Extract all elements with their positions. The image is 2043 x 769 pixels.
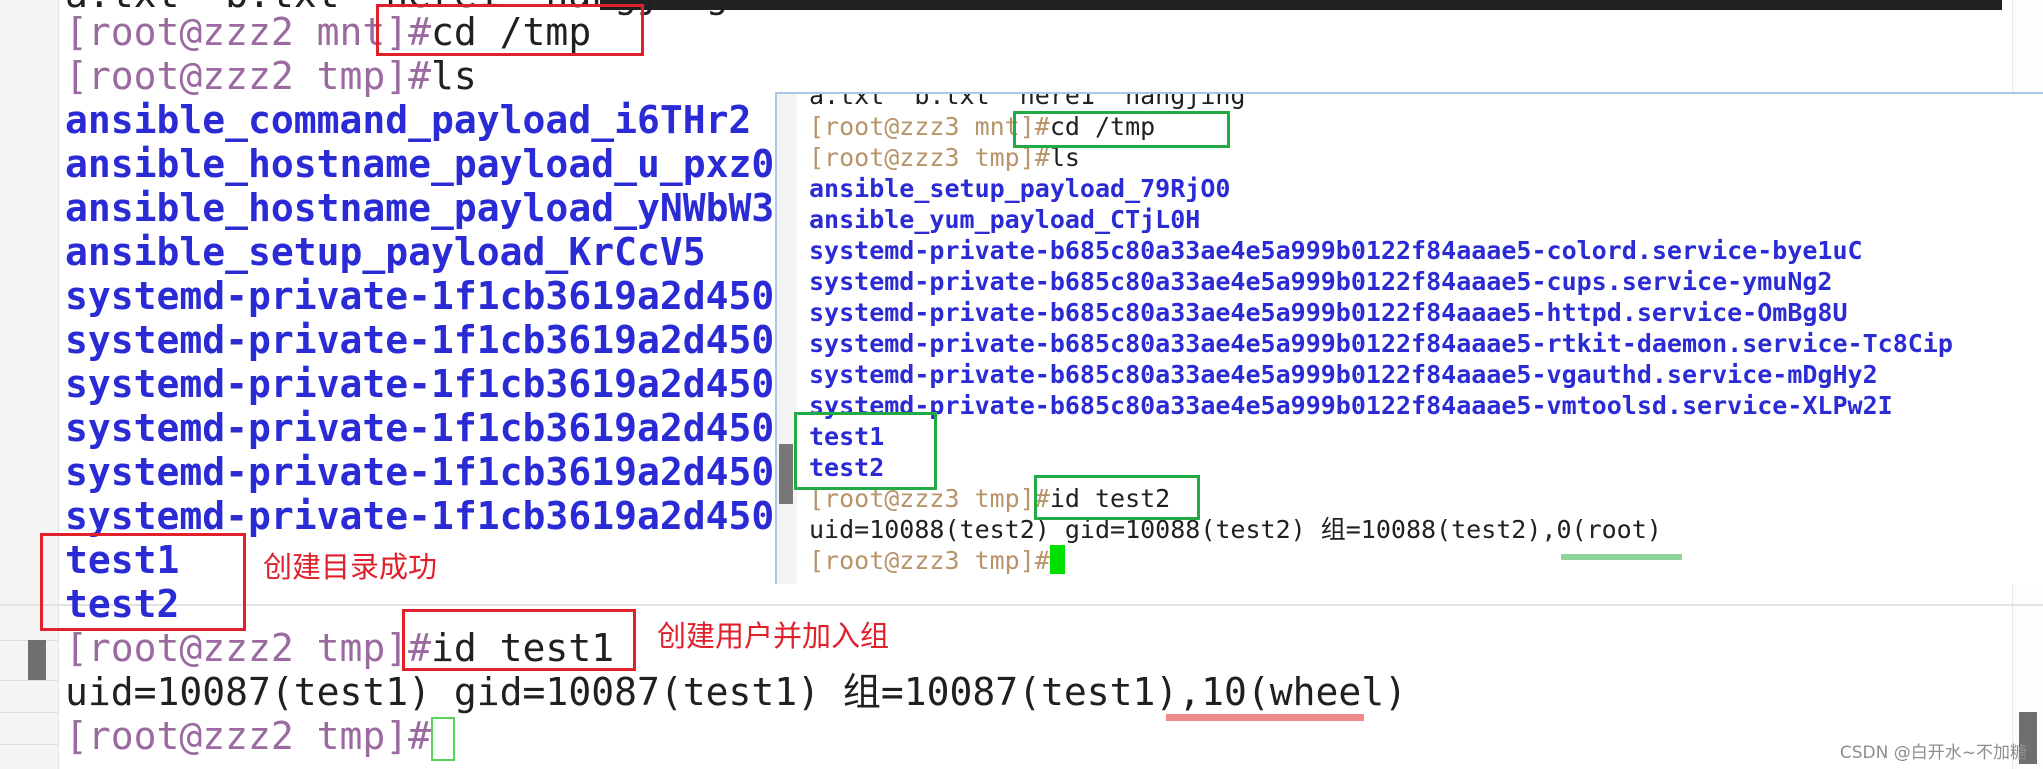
ls-entry: systemd-private-b685c80a33ae4e5a999b0122… [809, 298, 1848, 327]
overlay-gutter [777, 94, 797, 584]
prompt: [root@zzz2 tmp]# [65, 54, 432, 98]
ls-entry: systemd-private-1f1cb3619a2d45038 [65, 494, 820, 538]
overlay-id-output: uid=10088(test2) gid=10088(test2) 组=1008… [809, 515, 1662, 544]
command-text: ls [431, 54, 477, 98]
ls-entry: ansible_setup_payload_KrCcV5 [65, 230, 706, 274]
highlight-box-overlay-test-dirs [794, 412, 937, 490]
main-cmd-line-ls: [root@zzz2 tmp]#ls [65, 54, 477, 98]
overlay-scroll-thumb[interactable] [779, 444, 793, 504]
ls-entry: systemd-private-1f1cb3619a2d45038 [65, 450, 820, 494]
id-output-line: uid=10087(test1) gid=10087(test1) 组=1008… [65, 670, 1407, 714]
cursor [1049, 545, 1065, 574]
annotation-user-created: 创建用户并加入组 [657, 619, 890, 653]
id-output-group: 10(wheel) [1201, 670, 1408, 714]
ls-entry: systemd-private-1f1cb3619a2d45038 [65, 406, 820, 450]
ls-entry: ansible_hostname_payload_u_pxz0 [65, 142, 775, 186]
ls-entry: systemd-private-b685c80a33ae4e5a999b0122… [809, 267, 1833, 296]
highlight-box-overlay-id-cmd [1034, 475, 1200, 520]
underline-wheel [1166, 714, 1364, 721]
ls-entry: systemd-private-b685c80a33ae4e5a999b0122… [809, 391, 1893, 420]
ls-entry: ansible_yum_payload_CTjL0H [809, 205, 1201, 234]
ls-entry: ansible_command_payload_i6THr2 [65, 98, 752, 142]
overlay-top-partial-line: a.txt b.txt here1 nangjing [809, 92, 1246, 110]
divider [0, 604, 2043, 606]
ls-entry: systemd-private-1f1cb3619a2d45038 [65, 274, 820, 318]
left-scroll-thumb[interactable] [28, 640, 46, 680]
ls-entry: systemd-private-1f1cb3619a2d45038 [65, 362, 820, 406]
ls-entry: systemd-private-b685c80a33ae4e5a999b0122… [809, 236, 1863, 265]
underline-root [1561, 554, 1682, 560]
watermark: CSDN @白开水~不加糖 [1839, 743, 2027, 763]
main-final-prompt-line[interactable]: [root@zzz2 tmp]# [65, 714, 456, 761]
left-gutter [0, 0, 59, 769]
prompt: [root@zzz2 tmp]# [65, 626, 432, 670]
overlay-terminal-window[interactable]: a.txt b.txt here1 nangjing [root@zzz3 mn… [775, 92, 2043, 584]
highlight-box-test-dirs [40, 533, 246, 631]
annotation-dir-created: 创建目录成功 [263, 550, 438, 584]
prompt: [root@zzz2 tmp]# [65, 714, 432, 758]
ls-entry: systemd-private-b685c80a33ae4e5a999b0122… [809, 329, 1953, 358]
prompt: [root@zzz3 tmp]# [809, 546, 1050, 575]
highlight-box-cd [376, 4, 644, 56]
id-output-text: uid=10087(test1) gid=10087(test1) 组=1008… [65, 670, 1202, 714]
highlight-box-overlay-cd [1013, 111, 1230, 148]
overlay-final-prompt-line[interactable]: [root@zzz3 tmp]# [809, 545, 1065, 576]
ls-entry: systemd-private-1f1cb3619a2d45038 [65, 318, 820, 362]
ls-entry: ansible_hostname_payload_yNWbW3 [65, 186, 775, 230]
highlight-box-id-cmd [402, 609, 636, 671]
ls-entry: systemd-private-b685c80a33ae4e5a999b0122… [809, 360, 1878, 389]
cursor [431, 716, 456, 761]
ls-entry: ansible_setup_payload_79RjO0 [809, 174, 1231, 203]
